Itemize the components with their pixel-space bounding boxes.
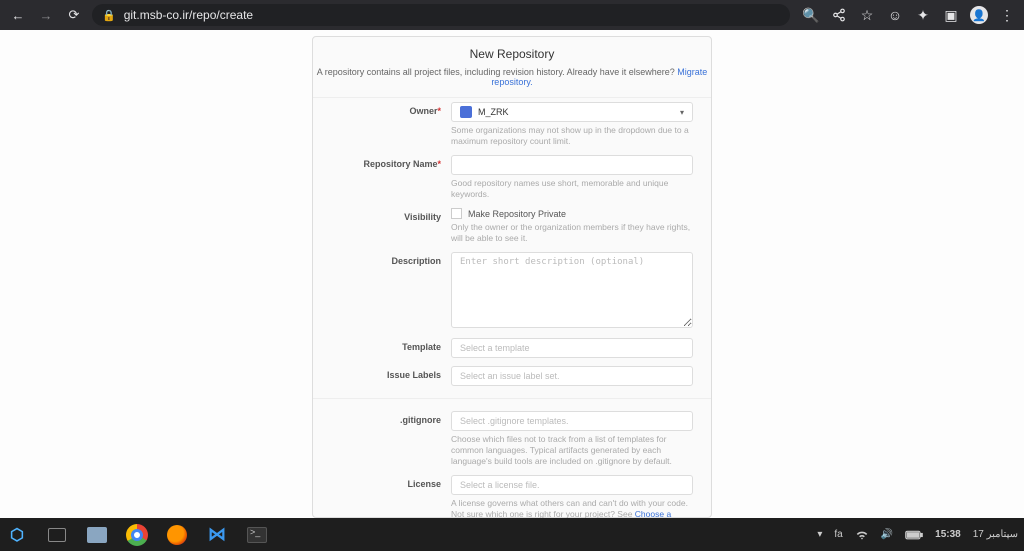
chevron-down-icon: ▾ — [680, 108, 684, 117]
chrome-app-icon[interactable] — [126, 524, 148, 546]
search-icon[interactable]: 🔍 — [800, 4, 822, 26]
new-repo-panel: New Repository A repository contains all… — [312, 36, 712, 518]
reponame-hint: Good repository names use short, memorab… — [451, 178, 693, 200]
gitignore-dropdown[interactable] — [451, 411, 693, 431]
labels-label: Issue Labels — [313, 366, 451, 386]
extensions-icon[interactable]: ✦ — [912, 4, 934, 26]
browser-chrome: ← → ⟳ 🔒 git.msb-co.ir/repo/create 🔍 ☆ ☺ … — [0, 0, 1024, 30]
description-row: Description — [313, 248, 711, 334]
license-hint: A license governs what others can and ca… — [451, 498, 693, 518]
clock-date[interactable]: سپتامبر 17 — [973, 529, 1018, 540]
files-app-icon[interactable] — [86, 524, 108, 546]
reponame-input[interactable] — [451, 155, 693, 175]
share-icon[interactable] — [828, 4, 850, 26]
owner-hint: Some organizations may not show up in th… — [451, 125, 693, 147]
menu-icon[interactable]: ⋮ — [996, 4, 1018, 26]
owner-row: Owner* M_ZRK ▾ Some organizations may no… — [313, 98, 711, 151]
gitignore-label: .gitignore — [313, 411, 451, 467]
terminal-app-icon[interactable] — [246, 524, 268, 546]
url-text: git.msb-co.ir/repo/create — [124, 8, 253, 22]
panel-icon[interactable]: ▣ — [940, 4, 962, 26]
taskbar-apps: ⬡ ⋈ — [6, 524, 268, 546]
chrome-toolbar-right: 🔍 ☆ ☺ ✦ ▣ 👤 ⋮ — [800, 4, 1018, 26]
network-icon[interactable] — [855, 528, 869, 542]
visibility-label: Visibility — [313, 208, 451, 244]
bookmark-star-icon[interactable]: ☆ — [856, 4, 878, 26]
back-button[interactable]: ← — [6, 3, 30, 27]
lock-icon: 🔒 — [102, 9, 116, 22]
private-checkbox-label: Make Repository Private — [468, 209, 566, 219]
battery-icon[interactable] — [905, 530, 923, 540]
description-textarea[interactable] — [451, 252, 693, 328]
template-label: Template — [313, 338, 451, 358]
profile-avatar[interactable]: 👤 — [968, 4, 990, 26]
vscode-app-icon[interactable]: ⋈ — [206, 524, 228, 546]
reponame-label: Repository Name* — [313, 155, 451, 200]
owner-dropdown[interactable]: M_ZRK ▾ — [451, 102, 693, 122]
tray-chevron-icon[interactable]: ▾ — [817, 529, 822, 540]
reponame-row: Repository Name* Good repository names u… — [313, 151, 711, 204]
page-title: New Repository — [313, 37, 711, 67]
owner-label: Owner* — [313, 102, 451, 147]
private-checkbox[interactable] — [451, 208, 462, 219]
smiley-icon[interactable]: ☺ — [884, 4, 906, 26]
gitignore-hint: Choose which files not to track from a l… — [451, 434, 693, 467]
gitignore-row: .gitignore Choose which files not to tra… — [313, 407, 711, 471]
forward-button[interactable]: → — [34, 3, 58, 27]
language-indicator[interactable]: fa — [834, 529, 842, 540]
reload-button[interactable]: ⟳ — [62, 3, 86, 27]
address-bar[interactable]: 🔒 git.msb-co.ir/repo/create — [92, 4, 790, 26]
taskbar-tray: ▾ fa 🔊 15:38 سپتامبر 17 — [817, 528, 1018, 542]
clock-time[interactable]: 15:38 — [935, 529, 961, 540]
owner-avatar-icon — [460, 106, 472, 118]
page-content: New Repository A repository contains all… — [0, 30, 1024, 518]
start-menu-icon[interactable]: ⬡ — [6, 524, 28, 546]
intro-text: A repository contains all project files,… — [313, 67, 711, 98]
visibility-hint: Only the owner or the organization membe… — [451, 222, 693, 244]
template-row: Template — [313, 334, 711, 362]
labels-row: Issue Labels — [313, 362, 711, 390]
volume-icon[interactable]: 🔊 — [881, 529, 893, 540]
show-desktop-icon[interactable] — [46, 524, 68, 546]
firefox-app-icon[interactable] — [166, 524, 188, 546]
license-dropdown[interactable] — [451, 475, 693, 495]
os-taskbar: ⬡ ⋈ ▾ fa 🔊 15:38 سپتامبر 17 — [0, 518, 1024, 551]
license-row: License A license governs what others ca… — [313, 471, 711, 518]
template-dropdown[interactable] — [451, 338, 693, 358]
nav-buttons: ← → ⟳ — [6, 3, 86, 27]
visibility-row: Visibility Make Repository Private Only … — [313, 204, 711, 248]
license-label: License — [313, 475, 451, 518]
section-divider — [313, 398, 711, 399]
labels-dropdown[interactable] — [451, 366, 693, 386]
description-label: Description — [313, 252, 451, 330]
